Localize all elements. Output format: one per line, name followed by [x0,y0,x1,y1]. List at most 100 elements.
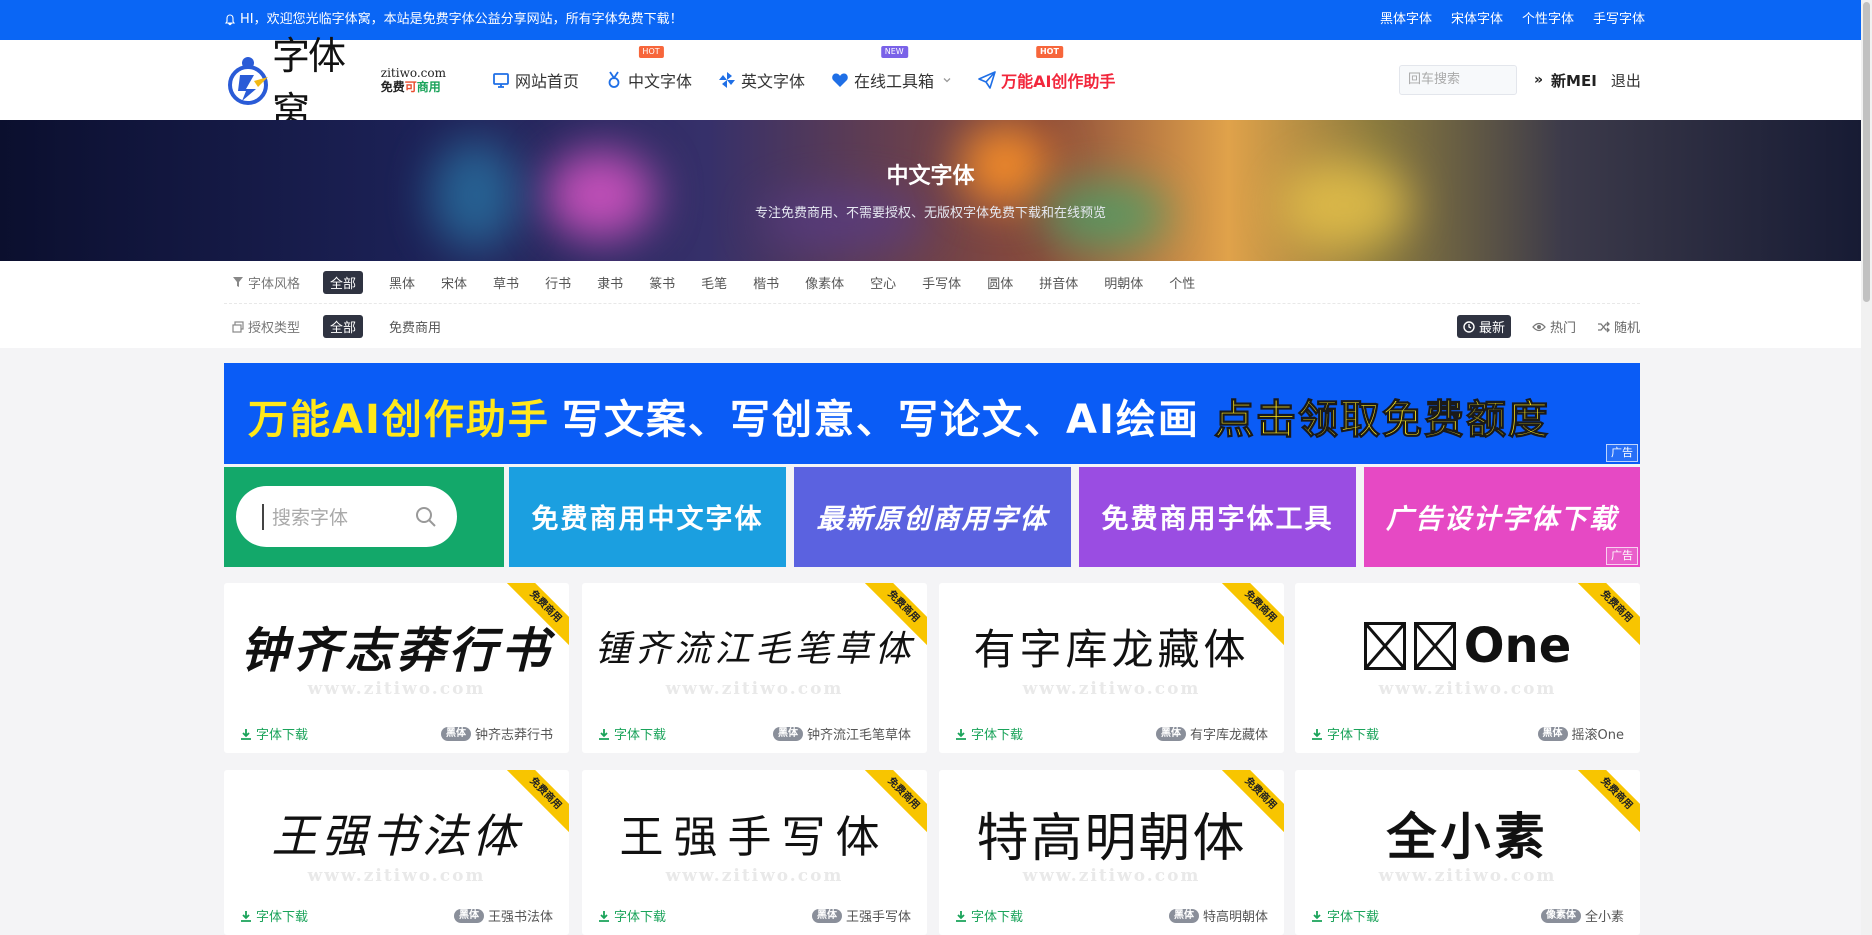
font-meta: 黑体 有字库龙藏体 [1155,724,1268,743]
double-chevron-icon: » [1534,72,1544,88]
font-category-badge: 黑体 [453,908,484,923]
style-tag[interactable]: 明朝体 [1104,271,1143,294]
font-download-link[interactable]: 字体下载 [240,906,308,925]
nav-item-chinese-fonts[interactable]: HOT 中文字体 [605,46,692,92]
tile-free-chinese-fonts[interactable]: 免费商用中文字体 [509,467,786,567]
logo-slogan: 免费可商用 [381,80,446,94]
style-tag[interactable]: 圆体 [987,271,1013,294]
style-tag[interactable]: 拼音体 [1039,271,1078,294]
font-meta: 黑体 钟齐流江毛笔草体 [772,724,911,743]
ad-label: 广告 [1606,547,1638,565]
search-icon[interactable] [415,506,437,528]
style-tag[interactable]: 草书 [493,271,519,294]
site-logo[interactable]: 字体窝 zitiwo.com 免费可商用 [224,34,446,133]
font-card[interactable]: 免费商用 王强书法体 www.zitiwo.com 字体下载 黑体 王强书法体 [224,770,569,935]
logo-subtitle: zitiwo.com 免费可商用 [381,66,446,94]
style-tag[interactable]: 像素体 [805,271,844,294]
nav-item-home[interactable]: 网站首页 [492,68,579,92]
user-menu[interactable]: » 新MEI [1534,70,1597,91]
font-name[interactable]: 全小素 [1585,906,1624,925]
font-name[interactable]: 摇滚One [1572,724,1624,743]
font-download-label: 字体下载 [971,910,1024,925]
font-name[interactable]: 特高明朝体 [1203,906,1268,925]
license-tag-all[interactable]: 全部 [323,315,364,338]
font-card[interactable]: 免费商用 全小素 www.zitiwo.com 字体下载 像素体 全小素 [1295,770,1640,935]
category-banner: 中文字体 专注免费商用、不需要授权、无版权字体免费下载和在线预览 [0,120,1861,261]
font-card[interactable]: 免费商用 特高明朝体 www.zitiwo.com 字体下载 黑体 特高明朝体 [939,770,1284,935]
tile-latest-original-fonts[interactable]: 最新原创商用字体 [794,467,1071,567]
font-card[interactable]: 免费商用 有字库龙藏体 www.zitiwo.com 字体下载 黑体 有字库龙藏… [939,583,1284,753]
watermark: www.zitiwo.com [665,679,844,699]
font-name[interactable]: 有字库龙藏体 [1190,724,1268,743]
tile-ad-design-fonts[interactable]: 广告设计字体下载 广告 [1364,467,1640,567]
sort-popular[interactable]: 热门 [1532,317,1576,336]
logout-link[interactable]: 退出 [1611,70,1641,91]
style-tag[interactable]: 毛笔 [701,271,727,294]
tile-free-chinese-fonts-label: 免费商用中文字体 [531,504,764,535]
font-card[interactable]: 免费商用 王强手写体 www.zitiwo.com 字体下载 黑体 王强手写体 [582,770,927,935]
style-tag-all[interactable]: 全部 [323,270,364,294]
ai-assistant-ad-banner[interactable]: 万能AI创作助手 写文案、写创意、写论文、AI绘画 点击领取免费额度 广告 [224,363,1640,464]
font-name[interactable]: 钟齐志莽行书 [475,724,553,743]
style-tag[interactable]: 行书 [545,271,571,294]
tile-free-font-tools-label: 免费商用字体工具 [1101,504,1334,535]
font-card[interactable]: 免费商用 锺齐流江毛笔草体 www.zitiwo.com 字体下载 黑体 钟齐流… [582,583,927,753]
header-search-input[interactable]: 回车搜索 [1399,65,1517,95]
page-scrollbar[interactable] [1861,0,1872,935]
nav-item-ai-assistant[interactable]: HOT 万能AI创作助手 [978,46,1115,92]
font-name[interactable]: 王强书法体 [488,906,553,925]
font-name[interactable]: 王强手写体 [846,906,911,925]
top-link-songti[interactable]: 宋体字体 [1451,0,1503,40]
font-preview: 钟齐志莽行书 [240,623,553,679]
nav-item-english-fonts[interactable]: 英文字体 [718,68,805,92]
paper-plane-icon [978,71,996,89]
hot-badge: HOT [638,46,664,58]
user-name: 新MEI [1551,71,1597,90]
font-search-input[interactable]: 搜索字体 [236,486,457,547]
font-card[interactable]: 免费商用 One www.zitiwo.com 字体下载 黑体 摇滚One [1295,583,1640,753]
logo-slogan-commercial: 商用 [416,80,441,94]
font-preview: 有字库龙藏体 [973,624,1250,674]
nav-item-online-tools[interactable]: NEW 在线工具箱 [831,46,952,92]
tile-free-font-tools[interactable]: 免费商用字体工具 [1079,467,1356,567]
top-link-heiti[interactable]: 黑体字体 [1380,0,1432,40]
style-tag[interactable]: 楷书 [753,271,779,294]
font-download-link[interactable]: 字体下载 [240,724,308,743]
style-tag[interactable]: 黑体 [389,271,415,294]
style-tag[interactable]: 手写体 [922,271,961,294]
font-download-link[interactable]: 字体下载 [955,724,1023,743]
font-name[interactable]: 钟齐流江毛笔草体 [807,724,911,743]
font-download-link[interactable]: 字体下载 [598,906,666,925]
font-download-link[interactable]: 字体下载 [955,906,1023,925]
sort-latest[interactable]: 最新 [1456,315,1511,338]
download-icon [1312,728,1322,740]
style-tag[interactable]: 个性 [1169,271,1195,294]
sort-latest-label: 最新 [1478,321,1505,336]
filter-panel: 字体风格 全部 黑体 宋体 草书 行书 隶书 篆书 毛笔 楷书 像素体 空心 手… [0,261,1861,348]
pinwheel-icon [719,72,736,88]
top-link-personal[interactable]: 个性字体 [1522,0,1574,40]
font-category-badge: 像素体 [1540,908,1581,923]
sort-random[interactable]: 随机 [1597,317,1640,336]
watermark: www.zitiwo.com [1022,866,1201,886]
style-tag[interactable]: 宋体 [441,271,467,294]
font-category-badge: 黑体 [772,726,803,741]
font-download-link[interactable]: 字体下载 [1311,724,1379,743]
style-filter-label: 字体风格 [224,273,323,292]
watermark: www.zitiwo.com [307,679,486,699]
font-preview: 特高明朝体 [976,808,1247,869]
scrollbar-thumb[interactable] [1863,2,1870,302]
tile-latest-original-fonts-label: 最新原创商用字体 [816,504,1049,535]
font-download-link[interactable]: 字体下载 [1311,906,1379,925]
font-preview-text: One [1463,618,1572,674]
top-link-handwriting[interactable]: 手写字体 [1593,0,1645,40]
logo-mark-icon [224,55,270,105]
style-tag[interactable]: 隶书 [597,271,623,294]
style-tag[interactable]: 空心 [870,271,896,294]
style-tag[interactable]: 篆书 [649,271,675,294]
font-meta: 黑体 王强手写体 [811,906,911,925]
license-tag-free-commercial[interactable]: 免费商用 [389,315,441,338]
font-card[interactable]: 免费商用 钟齐志莽行书 www.zitiwo.com 字体下载 黑体 钟齐志莽行… [224,583,569,753]
style-filter-label-text: 字体风格 [248,276,301,292]
font-download-link[interactable]: 字体下载 [598,724,666,743]
